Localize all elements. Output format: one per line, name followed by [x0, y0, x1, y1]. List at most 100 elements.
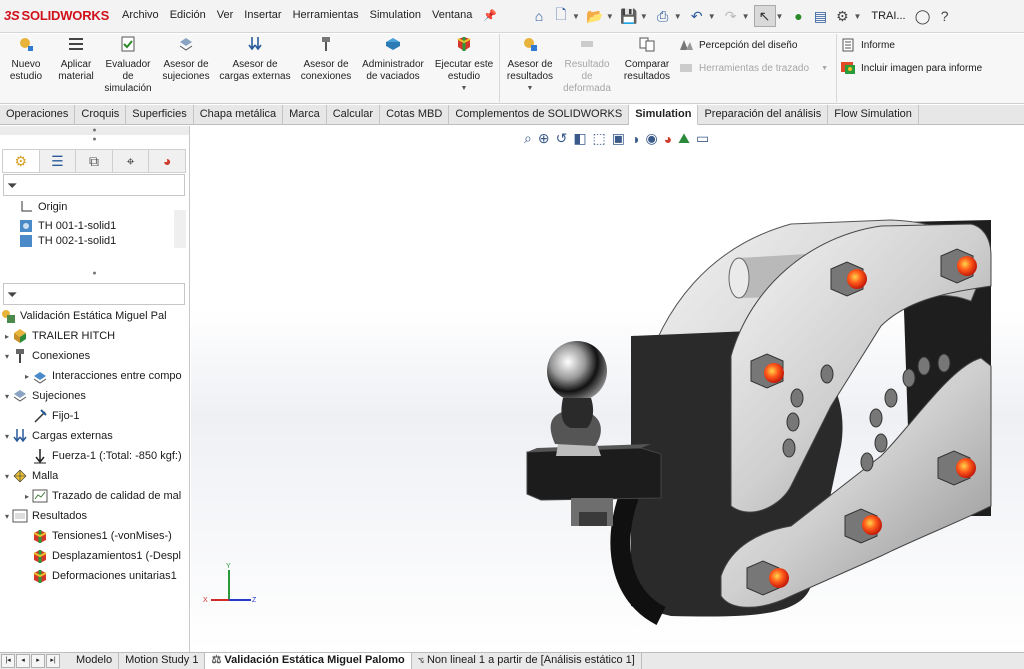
tree-node-conexiones[interactable]: ▾ Conexiones: [2, 346, 90, 366]
menu-insertar[interactable]: Insertar: [244, 9, 281, 22]
tab-nonlinear-study[interactable]: ⦪ Non lineal 1 a partir de [Análisis est…: [412, 653, 642, 669]
feature-manager-tab-icon[interactable]: ⚙: [3, 150, 40, 172]
tab-preparacion-analisis[interactable]: Preparación del análisis: [698, 105, 829, 125]
tab-complementos[interactable]: Complementos de SOLIDWORKS: [449, 105, 630, 125]
menu-simulation[interactable]: Simulation: [370, 9, 421, 22]
tree-node-trazado-calidad[interactable]: ▸ Trazado de calidad de mal: [22, 486, 181, 506]
tree-node-trailer-hitch[interactable]: ▸ TRAILER HITCH: [2, 326, 115, 346]
tab-superficies[interactable]: Superficies: [126, 105, 194, 125]
print-icon[interactable]: ⎙: [652, 5, 674, 27]
expand-arrow-icon[interactable]: ▾: [2, 352, 12, 361]
panel-splitter[interactable]: ●: [0, 126, 189, 135]
tab-cotas-mbd[interactable]: Cotas MBD: [380, 105, 450, 125]
graphics-area[interactable]: ⌕ ⊕ ↺ ◧ ⬚ ▣ ◑ ◉ ◕ ⛰ ▭ Y X Z: [191, 126, 1024, 652]
tree-node-cargas-externas[interactable]: ▾ Cargas externas: [2, 426, 113, 446]
first-tab-icon[interactable]: |◂: [1, 654, 15, 668]
tab-modelo[interactable]: Modelo: [70, 653, 120, 669]
external-loads-advisor-button[interactable]: Asesor de cargas externas: [218, 36, 292, 83]
tree-node-deformaciones[interactable]: Deformaciones unitarias1: [32, 566, 177, 586]
tree-node-desplazamientos[interactable]: Desplazamientos1 (-Despl: [32, 546, 181, 566]
last-tab-icon[interactable]: ▸|: [46, 654, 60, 668]
save-icon[interactable]: 💾: [618, 5, 640, 27]
tree-node-origin[interactable]: Origin: [8, 197, 67, 217]
expand-arrow-icon[interactable]: ▾: [2, 472, 12, 481]
next-tab-icon[interactable]: ▸: [31, 654, 45, 668]
tree-node-sujeciones[interactable]: ▾ Sujeciones: [2, 386, 86, 406]
include-image-button[interactable]: Incluir imagen para informe: [840, 61, 982, 75]
plot-tools-button[interactable]: Herramientas de trazado ▼: [678, 61, 828, 75]
previous-tab-icon[interactable]: ◂: [16, 654, 30, 668]
tab-marca[interactable]: Marca: [283, 105, 327, 125]
new-document-icon[interactable]: 🗋: [550, 5, 572, 27]
menu-edicion[interactable]: Edición: [170, 9, 206, 22]
panel-grip[interactable]: ●: [0, 135, 189, 148]
tree-scrollbar[interactable]: [174, 210, 186, 248]
configuration-manager-tab-icon[interactable]: ⧉: [76, 150, 113, 172]
tree-node-malla[interactable]: ▾ Malla: [2, 466, 58, 486]
shell-manager-button[interactable]: Administrador de vaciados: [358, 36, 428, 83]
expand-arrow-icon[interactable]: ▾: [2, 392, 12, 401]
panel-splitter[interactable]: ●: [0, 269, 189, 279]
tab-croquis[interactable]: Croquis: [75, 105, 127, 125]
interaction-icon: [32, 368, 48, 384]
expand-arrow-icon[interactable]: ▸: [22, 492, 32, 501]
tree-node-solid-body[interactable]: TH 002-1-solid1: [8, 235, 116, 247]
user-account-icon[interactable]: ◯: [912, 5, 934, 27]
new-study-button[interactable]: Nuevo estudio: [6, 36, 46, 83]
report-button[interactable]: Informe: [840, 38, 895, 52]
tree-node-tensiones[interactable]: Tensiones1 (-vonMises-): [32, 526, 172, 546]
fixtures-advisor-button[interactable]: Asesor de sujeciones: [160, 36, 212, 83]
expand-arrow-icon[interactable]: ▸: [2, 332, 12, 341]
undo-icon[interactable]: ↶: [686, 5, 708, 27]
expand-arrow-icon[interactable]: ▾: [2, 512, 12, 521]
design-insight-button[interactable]: Percepción del diseño: [678, 38, 797, 52]
svg-text:Y: Y: [226, 563, 231, 570]
stress-plot-icon: [32, 528, 48, 544]
tree-filter-bottom[interactable]: ⏷: [3, 283, 185, 305]
tab-static-study[interactable]: ⚖ Validación Estática Miguel Palomo: [205, 653, 412, 669]
tree-node-fuerza[interactable]: Fuerza-1 (:Total: -850 kgf:): [32, 446, 182, 466]
property-manager-tab-icon[interactable]: ☰: [40, 150, 77, 172]
menu-herramientas[interactable]: Herramientas: [293, 9, 359, 22]
study-node[interactable]: Validación Estática Miguel Pal: [0, 306, 167, 326]
tab-chapa-metalica[interactable]: Chapa metálica: [194, 105, 284, 125]
run-study-button[interactable]: Ejecutar este estudio ▼: [432, 36, 496, 95]
select-icon[interactable]: ↖: [753, 5, 776, 27]
dimxpert-tab-icon[interactable]: ⌖: [113, 150, 150, 172]
tab-simulation[interactable]: Simulation: [629, 105, 699, 125]
tab-motion-study[interactable]: Motion Study 1: [119, 653, 206, 669]
tree-filter-top[interactable]: ⏷: [3, 174, 185, 196]
tree-node-resultados[interactable]: ▾ Resultados: [2, 506, 87, 526]
connections-advisor-button[interactable]: Asesor de conexiones: [298, 36, 354, 83]
results-advisor-button[interactable]: Asesor de resultados ▼: [503, 36, 557, 95]
menu-ventana[interactable]: Ventana: [432, 9, 472, 22]
menu-ver[interactable]: Ver: [217, 9, 234, 22]
redo-icon[interactable]: ↷: [720, 5, 742, 27]
trailer-hitch-model[interactable]: [191, 126, 1024, 652]
tab-flow-simulation[interactable]: Flow Simulation: [828, 105, 919, 125]
simulation-evaluator-button[interactable]: Evaluador de simulación: [102, 36, 154, 95]
tree-node-interacciones[interactable]: ▸ Interacciones entre compo: [22, 366, 182, 386]
displacement-plot-icon: [32, 548, 48, 564]
user-label[interactable]: TRAI...: [871, 10, 905, 22]
file-properties-icon[interactable]: ▤: [809, 5, 831, 27]
open-icon[interactable]: 📂: [584, 5, 606, 27]
apply-material-button[interactable]: Aplicar material: [54, 36, 98, 83]
tree-node-fijo[interactable]: Fijo-1: [32, 406, 80, 426]
expand-arrow-icon[interactable]: ▾: [2, 432, 12, 441]
traffic-light-icon[interactable]: ●: [787, 5, 809, 27]
fixed-geometry-icon: [32, 408, 48, 424]
tab-calcular[interactable]: Calcular: [327, 105, 381, 125]
compare-results-button[interactable]: Comparar resultados: [620, 36, 674, 83]
tab-operaciones[interactable]: Operaciones: [0, 105, 76, 125]
tree-node-solid-body[interactable]: TH 001-1-solid1: [8, 216, 116, 236]
gear-icon[interactable]: ⚙: [831, 5, 853, 27]
menu-archivo[interactable]: Archivo: [122, 9, 159, 22]
expand-arrow-icon[interactable]: ▸: [22, 372, 32, 381]
help-icon[interactable]: ?: [934, 5, 956, 27]
mesh-quality-plot-icon: [32, 488, 48, 504]
deformed-result-button[interactable]: Resultado de deformada: [560, 36, 614, 95]
pin-icon[interactable]: 📌: [483, 9, 497, 22]
home-icon[interactable]: ⌂: [528, 5, 550, 27]
display-manager-tab-icon[interactable]: ◕: [149, 150, 185, 172]
